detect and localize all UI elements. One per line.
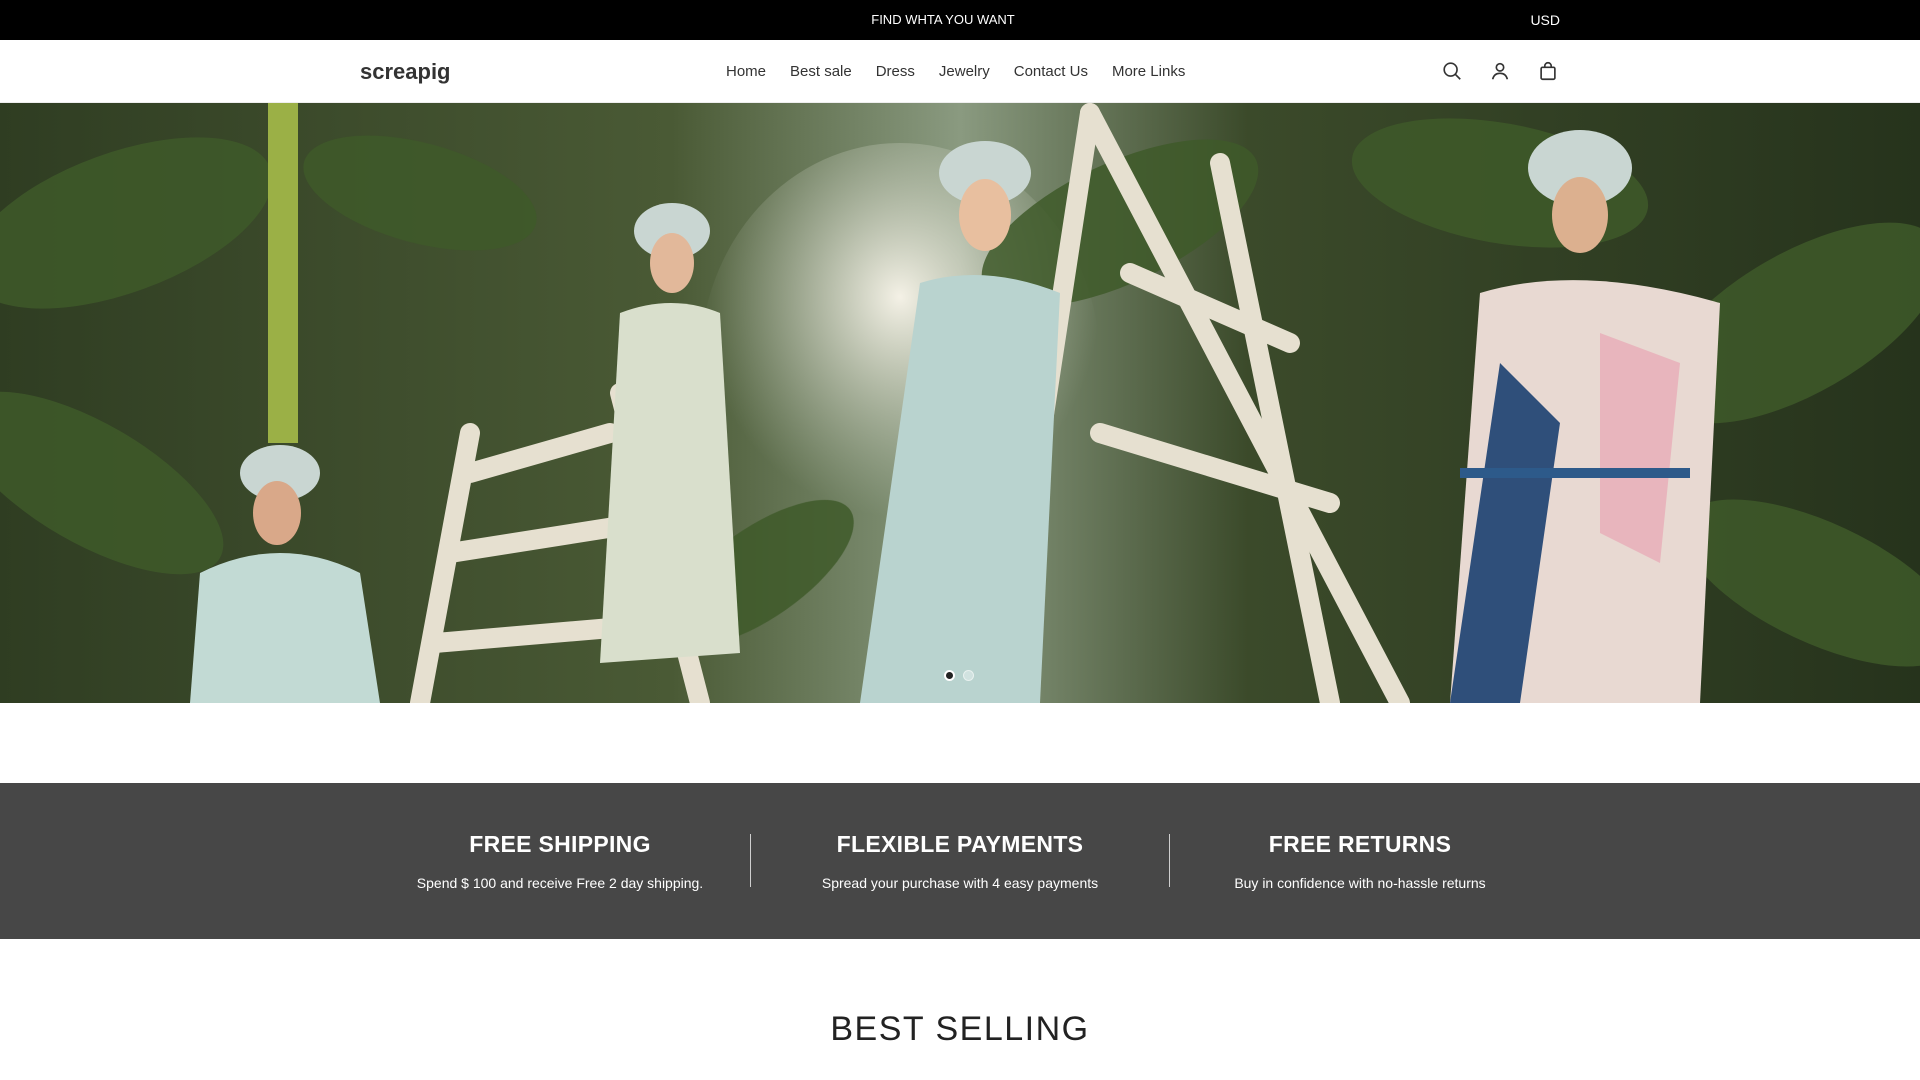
feature-divider bbox=[1169, 834, 1170, 887]
nav-item-home[interactable]: Home bbox=[726, 63, 766, 80]
feature-title: FLEXIBLE PAYMENTS bbox=[836, 831, 1084, 857]
nav-item-jewelry[interactable]: Jewelry bbox=[939, 63, 990, 80]
features-strip: FREE SHIPPING Spend $ 100 and receive Fr… bbox=[0, 783, 1920, 939]
cart-icon[interactable] bbox=[1536, 59, 1560, 83]
slide-indicators bbox=[944, 670, 974, 681]
feature-free-returns: FREE RETURNS Buy in confidence with no-h… bbox=[1200, 783, 1520, 939]
feature-free-shipping: FREE SHIPPING Spend $ 100 and receive Fr… bbox=[400, 783, 720, 939]
slide-dot-2[interactable] bbox=[963, 670, 974, 681]
site-logo[interactable]: screapig bbox=[360, 40, 451, 103]
account-icon[interactable] bbox=[1488, 59, 1512, 83]
currency-selector[interactable]: USD bbox=[1530, 0, 1560, 40]
announcement-bar: FIND WHTA YOU WANT USD bbox=[0, 0, 1920, 40]
main-nav: Home Best sale Dress Jewelry Contact Us … bbox=[726, 40, 1209, 103]
best-selling-title: BEST SELLING bbox=[830, 1010, 1090, 1048]
feature-divider bbox=[750, 834, 751, 887]
feature-text: Buy in confidence with no-hassle returns bbox=[1234, 875, 1486, 891]
site-header: screapig Home Best sale Dress Jewelry Co… bbox=[0, 40, 1920, 103]
feature-title: FREE SHIPPING bbox=[469, 831, 651, 857]
search-icon[interactable] bbox=[1440, 59, 1464, 83]
feature-text: Spread your purchase with 4 easy payment… bbox=[821, 875, 1099, 891]
feature-flexible-payments: FLEXIBLE PAYMENTS Spread your purchase w… bbox=[800, 783, 1120, 939]
slide-dot-1[interactable] bbox=[944, 670, 955, 681]
nav-item-contact-us[interactable]: Contact Us bbox=[1014, 63, 1088, 80]
header-icons bbox=[1440, 57, 1560, 85]
feature-title: FREE RETURNS bbox=[1268, 831, 1452, 857]
hero-image bbox=[0, 103, 1920, 703]
nav-item-best-sale[interactable]: Best sale bbox=[790, 63, 852, 80]
hero-slideshow[interactable] bbox=[0, 103, 1920, 703]
nav-item-more-links[interactable]: More Links bbox=[1112, 63, 1185, 80]
announcement-text: FIND WHTA YOU WANT bbox=[871, 12, 1015, 27]
nav-item-dress[interactable]: Dress bbox=[876, 63, 915, 80]
feature-text: Spend $ 100 and receive Free 2 day shipp… bbox=[416, 875, 704, 891]
